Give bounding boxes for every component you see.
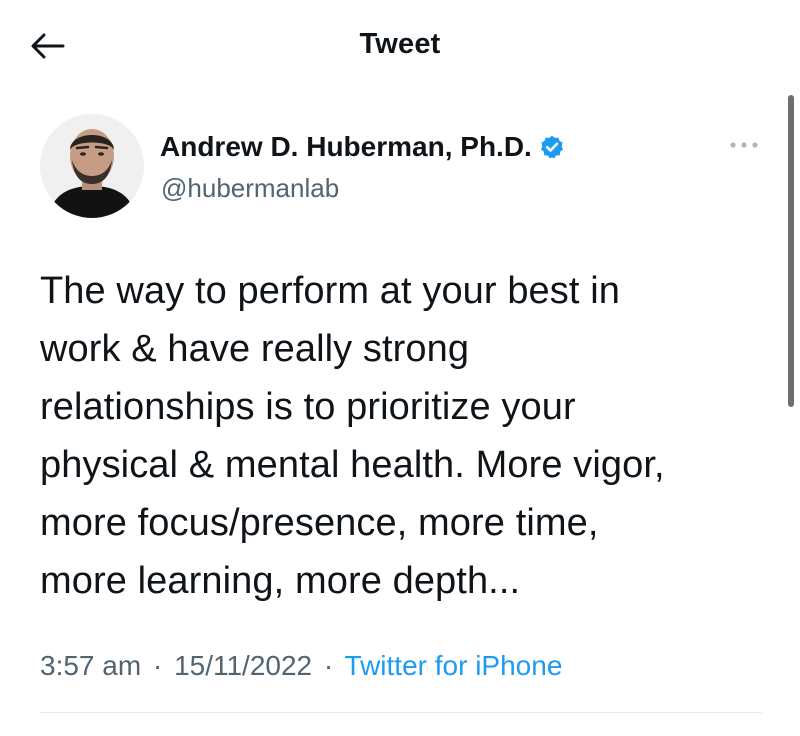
- verified-badge-icon: [540, 135, 563, 159]
- scrollbar[interactable]: [788, 95, 794, 407]
- avatar-photo: [40, 114, 144, 218]
- tweet-line: relationships is to prioritize your: [40, 386, 576, 428]
- tweet-date[interactable]: 15/11/2022: [174, 650, 312, 681]
- meta-separator: ·: [323, 650, 334, 681]
- tweet-line: The way to perform at your best in: [40, 270, 620, 312]
- author-name-text: Andrew D. Huberman, Ph.D.: [160, 131, 532, 162]
- page-title: Tweet: [359, 28, 441, 60]
- author-handle[interactable]: @hubermanlab: [161, 173, 339, 204]
- author-name[interactable]: Andrew D. Huberman, Ph.D.: [160, 131, 565, 163]
- tweet-text: The way to perform at your best in work …: [40, 262, 770, 610]
- divider: [40, 712, 762, 713]
- tweet-time[interactable]: 3:57 am: [40, 650, 141, 681]
- tweet-line: work & have really strong: [40, 328, 470, 370]
- tweet-line: more learning, more depth...: [40, 560, 521, 602]
- tweet-line: physical & mental health. More vigor,: [40, 444, 665, 486]
- tweet-detail-screen: Tweet Andrew D. Huberman, Ph.D. @huberma…: [0, 0, 800, 736]
- tweet-meta: 3:57 am · 15/11/2022 · Twitter for iPhon…: [40, 650, 562, 682]
- meta-separator: ·: [152, 650, 163, 681]
- more-options-button[interactable]: [724, 131, 764, 159]
- avatar[interactable]: [40, 114, 144, 218]
- tweet-source-link[interactable]: Twitter for iPhone: [345, 650, 563, 681]
- tweet-line: more focus/presence, more time,: [40, 502, 599, 544]
- more-dots-icon: [730, 142, 758, 148]
